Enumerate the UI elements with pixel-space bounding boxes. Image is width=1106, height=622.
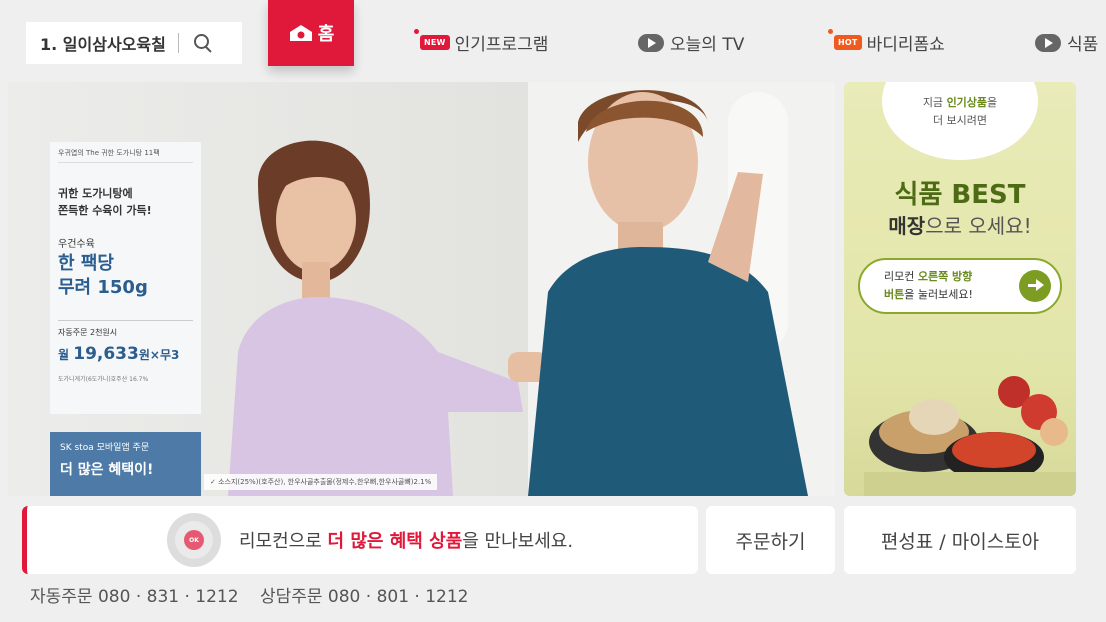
auto-order-phone: 자동주문 080 · 831 · 1212 [30, 587, 239, 607]
bubble-text-2: 더 보시려면 [932, 114, 988, 127]
ad-remote-hint: 리모컨 오른쪽 방향 버튼을 눌러보세요! [858, 258, 1062, 314]
tab-popular-programs-label: 인기프로그램 [454, 35, 549, 55]
search-query: 1. 일이삼사오육칠 [40, 35, 166, 54]
ok-button-icon: OK [184, 530, 204, 550]
tab-home-label: 홈 [317, 24, 335, 45]
hint-highlight-2: 버튼 [884, 288, 905, 301]
subtitle-bold: 매장 [888, 214, 926, 238]
ingredient-note: 도가니게기(6도가니)호주산 16.7% [58, 376, 149, 383]
consult-order-phone: 상담주문 080 · 801 · 1212 [259, 587, 469, 607]
arrow-right-icon [1019, 270, 1051, 302]
hint-text-b: 을 눌러보세요! [904, 288, 973, 301]
order-button[interactable]: 주문하기 [706, 506, 835, 574]
product-info-card: 우귀엽의 The 귀한 도가니탕 11팩 귀한 도가니탕에 쫀득한 수육이 가득… [50, 142, 201, 414]
remote-text-highlight: 더 많은 혜택 상품 [327, 531, 463, 552]
tab-body-reform-show-label: 바디리폼쇼 [866, 35, 945, 55]
remote-text-a: 리모컨으로 [239, 531, 328, 552]
model-man-image [528, 90, 808, 496]
tab-food-label: 식품 [1067, 35, 1099, 55]
bubble-text-a: 지금 [922, 96, 947, 109]
ingredient-footnote: ✓ 소스지(25%)(호주산), 한우사골추출물(정제수,한우뼈,한우사골뼈)2… [204, 474, 438, 490]
remote-hint-bar: OK 리모컨으로 더 많은 혜택 상품을 만나보세요. [22, 506, 698, 574]
play-icon [638, 33, 664, 52]
card-divider [58, 320, 193, 321]
price-value: 19,633 [73, 344, 139, 364]
product-label: 우건수육 [58, 239, 95, 250]
remote-text-b: 을 만나보세요. [462, 531, 574, 552]
auto-order-note: 자동주문 2천원시 [58, 328, 118, 337]
price-prefix: 월 [58, 348, 70, 362]
product-card-title: 우귀엽의 The 귀한 도가니탕 11팩 [58, 148, 193, 163]
tab-popular-programs[interactable]: NEW 인기프로그램 [414, 29, 549, 55]
ad-subtitle: 매장으로 오세요! [844, 210, 1076, 239]
ad-bubble-text: 지금 인기상품을 더 보시려면 [844, 94, 1076, 130]
tab-food[interactable]: 식품 [1035, 30, 1098, 55]
promo-line-2: 더 많은 혜택이! [60, 462, 154, 478]
hint-text-a: 리모컨 [884, 270, 918, 283]
search-icon[interactable] [192, 32, 214, 54]
big-line-2: 무려 150g [58, 277, 148, 298]
hero-banner[interactable]: 우귀엽의 The 귀한 도가니탕 11팩 귀한 도가니탕에 쫀득한 수육이 가득… [8, 82, 835, 496]
hot-badge: HOT [828, 29, 862, 50]
search-box[interactable]: 1. 일이삼사오육칠 [26, 22, 242, 64]
headline-line-2: 쫀득한 수육이 가득! [58, 204, 152, 217]
tab-today-tv-label: 오늘의 TV [670, 35, 745, 55]
promo-line-1: SK stoa 모바일앱 주문 [60, 443, 150, 453]
food-image [864, 376, 1076, 496]
ad-title: 식품 BEST [894, 180, 1026, 210]
model-woman-image [228, 140, 548, 496]
subtitle-rest: 으로 오세요! [925, 214, 1032, 238]
mobile-app-promo: SK stoa 모바일앱 주문 더 많은 혜택이! [50, 432, 201, 496]
search-divider [177, 33, 179, 53]
tab-body-reform-show[interactable]: HOT 바디리폼쇼 [828, 29, 945, 55]
home-icon [288, 24, 314, 42]
product-headline: 귀한 도가니탕에 쫀득한 수육이 가득! [58, 185, 193, 219]
food-best-ad[interactable]: 지금 인기상품을 더 보시려면 식품 BEST 매장으로 오세요! 리모컨 오른… [844, 82, 1076, 496]
big-line-1: 한 팩당 [58, 253, 114, 274]
phone-numbers: 자동주문 080 · 831 · 1212 상담주문 080 · 801 · 1… [30, 582, 485, 607]
remote-hint-text: 리모컨으로 더 많은 혜택 상품을 만나보세요. [239, 527, 573, 553]
schedule-mystore-button[interactable]: 편성표 / 마이스토아 [844, 506, 1076, 574]
bubble-highlight: 인기상품 [946, 96, 988, 109]
tab-home[interactable]: 홈 [268, 0, 354, 66]
price-suffix: 원×무3 [138, 348, 180, 362]
play-icon [1035, 33, 1061, 52]
new-badge: NEW [414, 29, 450, 50]
remote-control-icon: OK [167, 513, 221, 567]
tab-today-tv[interactable]: 오늘의 TV [638, 30, 744, 55]
product-price: 월 19,633원×무3 [58, 344, 193, 364]
hint-highlight-1: 오른쪽 방향 [917, 270, 973, 283]
bubble-text-c: 을 [987, 96, 998, 109]
headline-line-1: 귀한 도가니탕에 [58, 187, 133, 200]
product-big-text: 한 팩당 무려 150g [58, 252, 193, 300]
